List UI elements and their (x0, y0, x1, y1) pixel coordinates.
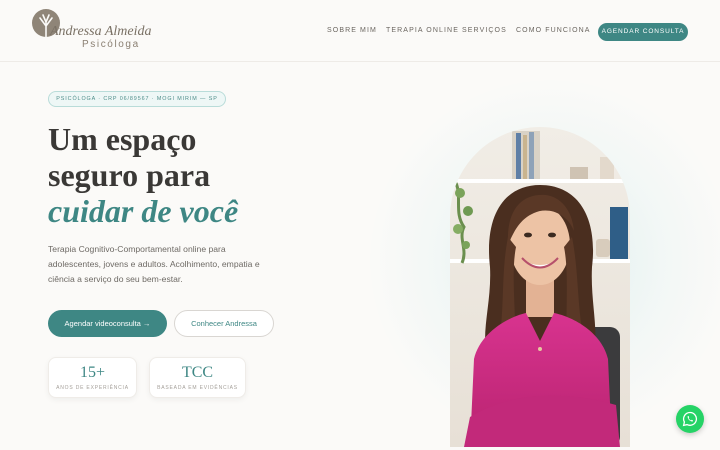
brand-subtitle: Psicóloga (82, 39, 140, 50)
stat-label: BASEADA EM EVIDÊNCIAS (157, 385, 238, 391)
stat-value: 15+ (79, 364, 106, 381)
stat-value: TCC (181, 364, 214, 381)
nav-terapia-online[interactable]: TERAPIA ONLINE (386, 27, 459, 34)
stat-card-evidence: TCC BASEADA EM EVIDÊNCIAS (149, 357, 246, 398)
brand-name: Andressa Almeida (50, 24, 152, 39)
credentials-badge: PSICÓLOGA · CRP 06/89567 · MOGI MIRIM — … (48, 91, 226, 107)
hero-headline: Um espaço seguro para cuidar de você (48, 121, 348, 229)
headline-line-2: seguro para (48, 157, 211, 193)
hero-description: Terapia Cognitivo-Comportamental online … (48, 244, 260, 284)
whatsapp-button[interactable] (676, 405, 704, 433)
nav-como-funciona[interactable]: COMO FUNCIONA (516, 27, 591, 34)
book-video-session-button[interactable]: Agendar videoconsulta → (48, 310, 167, 337)
headline-accent: cuidar de você (48, 193, 239, 229)
stat-label: ANOS DE EXPERIÊNCIA (56, 385, 129, 391)
nav-sobre-mim[interactable]: SOBRE MIM (327, 27, 377, 34)
meet-andressa-button[interactable]: Conhecer Andressa (174, 310, 274, 337)
logo[interactable]: Andressa Almeida Psicóloga (30, 8, 152, 54)
psychologist-portrait (450, 127, 630, 447)
schedule-consultation-button[interactable]: AGENDAR CONSULTA (598, 23, 688, 41)
headline-line-1: Um espaço (48, 121, 197, 157)
whatsapp-icon (682, 411, 698, 427)
site-header: Andressa Almeida Psicóloga SOBRE MIM TER… (0, 0, 720, 62)
nav-servicos[interactable]: SERVIÇOS (462, 27, 507, 34)
stat-card-experience: 15+ ANOS DE EXPERIÊNCIA (48, 357, 137, 398)
